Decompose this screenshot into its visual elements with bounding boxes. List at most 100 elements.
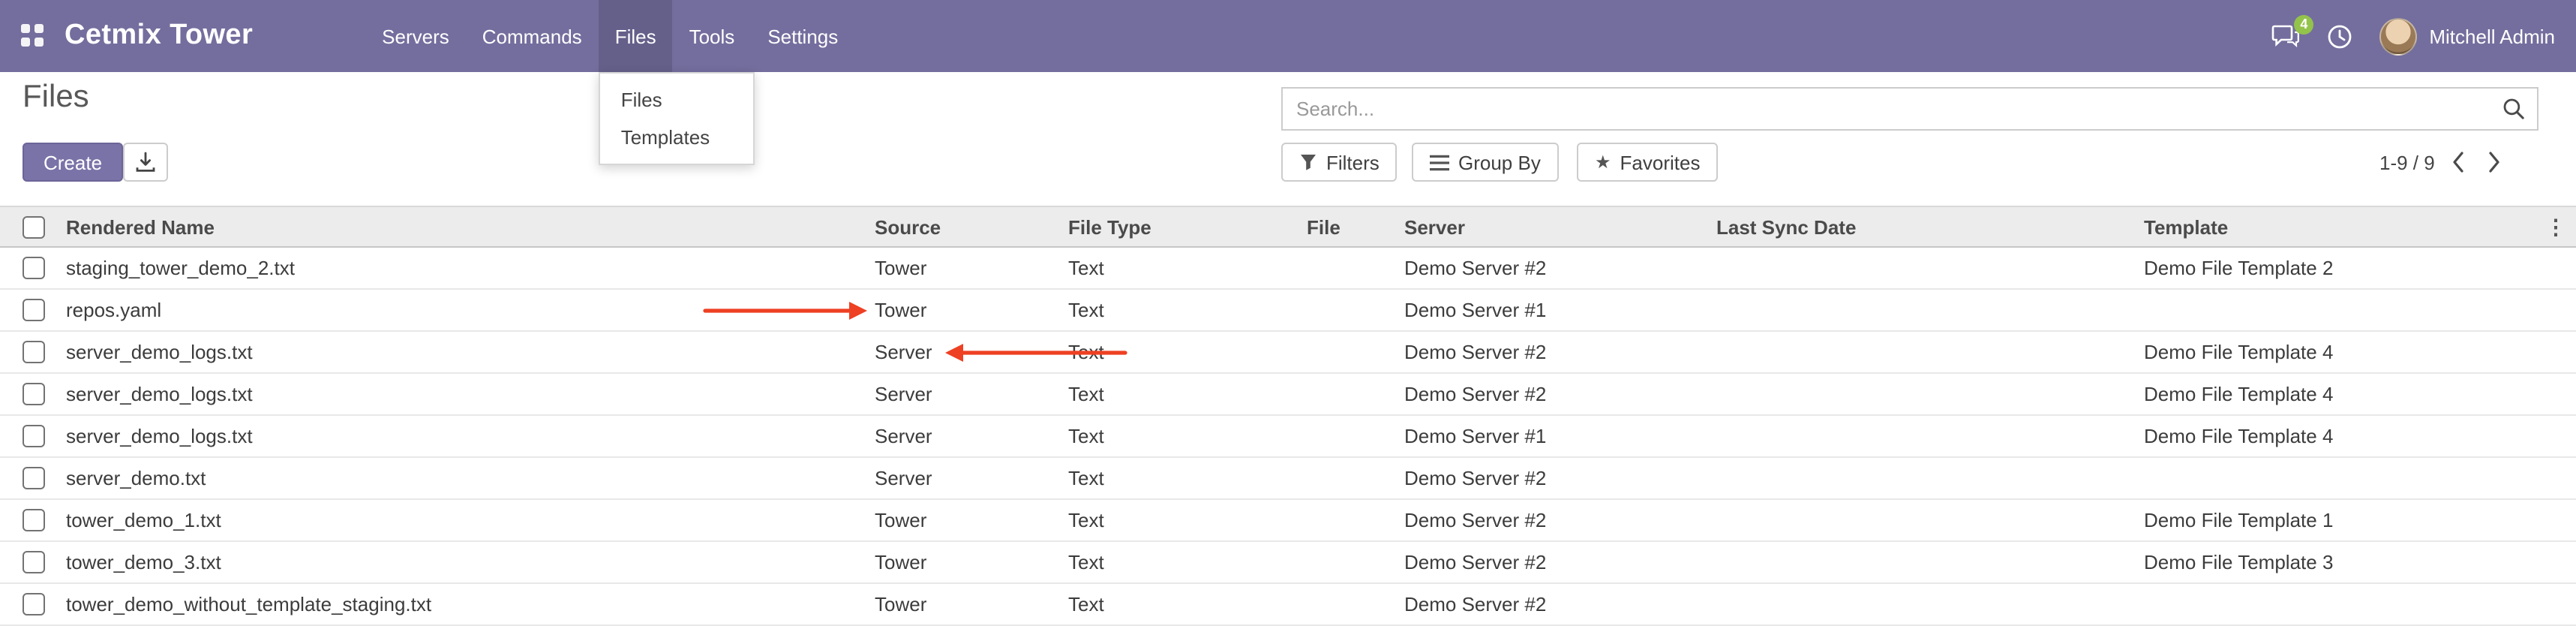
column-header-last-sync-date[interactable]: Last Sync Date (1710, 207, 2138, 246)
dropdown-item-files[interactable]: Files (600, 81, 753, 119)
menu-item-commands-label: Commands (482, 25, 582, 47)
column-options-icon[interactable]: ⋮ (2545, 216, 2566, 237)
row-checkbox-cell (0, 584, 60, 624)
cell-options (2535, 584, 2576, 624)
user-menu[interactable]: Mitchell Admin (2379, 17, 2555, 55)
row-checkbox-cell (0, 416, 60, 456)
cell-server: Demo Server #2 (1398, 584, 1710, 624)
table-row[interactable]: staging_tower_demo_2.txt Tower Text Demo… (0, 248, 2576, 290)
pager-range[interactable]: 1-9 / 9 (2379, 151, 2435, 173)
cell-file (1301, 248, 1398, 288)
cell-source: Server (869, 374, 1062, 414)
row-checkbox[interactable] (23, 425, 45, 447)
cell-options (2535, 458, 2576, 498)
row-checkbox[interactable] (23, 509, 45, 531)
cell-server: Demo Server #1 (1398, 416, 1710, 456)
create-button[interactable]: Create (23, 143, 123, 182)
select-all-checkbox[interactable] (23, 215, 45, 238)
column-header-file-type[interactable]: File Type (1062, 207, 1301, 246)
cell-last-sync-date (1710, 416, 2138, 456)
page-title: Files (23, 80, 89, 116)
column-header-server[interactable]: Server (1398, 207, 1710, 246)
row-checkbox-cell (0, 374, 60, 414)
messages-count-badge: 4 (2294, 14, 2313, 34)
row-checkbox[interactable] (23, 383, 45, 405)
menu-item-tools-label: Tools (689, 25, 735, 47)
download-button[interactable] (123, 143, 168, 182)
table-row[interactable]: repos.yaml Tower Text Demo Server #1 (0, 290, 2576, 332)
cell-template: Demo File Template 4 (2138, 416, 2535, 456)
cell-options (2535, 416, 2576, 456)
cell-file (1301, 584, 1398, 624)
apps-menu-icon[interactable] (21, 24, 45, 48)
table-row[interactable]: server_demo.txt Server Text Demo Server … (0, 458, 2576, 500)
group-by-icon (1430, 154, 1449, 170)
files-dropdown-menu: Files Templates (599, 72, 755, 165)
search-input[interactable] (1283, 98, 2489, 120)
create-button-label: Create (44, 151, 102, 173)
cell-options (2535, 500, 2576, 540)
cell-last-sync-date (1710, 458, 2138, 498)
cell-file (1301, 374, 1398, 414)
cell-template: Demo File Template 1 (2138, 500, 2535, 540)
table-row[interactable]: server_demo_logs.txt Server Text Demo Se… (0, 374, 2576, 416)
table-row[interactable]: server_demo_logs.txt Server Text Demo Se… (0, 332, 2576, 374)
menu-item-settings[interactable]: Settings (751, 0, 854, 72)
cell-file-type: Text (1062, 584, 1301, 624)
filters-button-label: Filters (1326, 151, 1380, 173)
column-header-file[interactable]: File (1301, 207, 1398, 246)
cell-rendered-name: server_demo_logs.txt (60, 332, 869, 372)
cell-template (2138, 584, 2535, 624)
activities-button[interactable] (2327, 23, 2352, 49)
row-checkbox[interactable] (23, 467, 45, 489)
cell-source: Server (869, 332, 1062, 372)
cell-file (1301, 500, 1398, 540)
column-header-rendered-name[interactable]: Rendered Name (60, 207, 869, 246)
search-icon (2502, 98, 2524, 120)
menu-item-servers[interactable]: Servers (365, 0, 466, 72)
cell-source: Tower (869, 584, 1062, 624)
table-row[interactable]: server_demo_logs.txt Server Text Demo Se… (0, 416, 2576, 458)
cell-source: Server (869, 416, 1062, 456)
row-checkbox[interactable] (23, 551, 45, 573)
row-checkbox-cell (0, 500, 60, 540)
menu-item-commands[interactable]: Commands (466, 0, 599, 72)
cell-rendered-name: repos.yaml (60, 290, 869, 330)
table-row[interactable]: tower_demo_1.txt Tower Text Demo Server … (0, 500, 2576, 542)
menu-item-files[interactable]: Files Files Templates (599, 0, 673, 72)
row-checkbox[interactable] (23, 593, 45, 615)
column-header-template[interactable]: Template (2138, 207, 2535, 246)
table-options-cell: ⋮ (2535, 207, 2576, 246)
cell-last-sync-date (1710, 290, 2138, 330)
column-header-source[interactable]: Source (869, 207, 1062, 246)
table-row[interactable]: tower_demo_without_template_staging.txt … (0, 584, 2576, 626)
cell-rendered-name: server_demo.txt (60, 458, 869, 498)
menu-item-files-label: Files (615, 25, 656, 47)
cell-file-type: Text (1062, 374, 1301, 414)
cell-options (2535, 542, 2576, 582)
cell-file-type: Text (1062, 542, 1301, 582)
search-bar (1281, 87, 2538, 131)
cell-rendered-name: staging_tower_demo_2.txt (60, 248, 869, 288)
cell-server: Demo Server #2 (1398, 248, 1710, 288)
clock-icon (2327, 23, 2352, 49)
dropdown-item-templates[interactable]: Templates (600, 119, 753, 156)
user-name: Mitchell Admin (2429, 25, 2555, 47)
menu-item-tools[interactable]: Tools (673, 0, 752, 72)
pager-previous-button[interactable] (2445, 149, 2471, 176)
cell-server: Demo Server #2 (1398, 542, 1710, 582)
favorites-button[interactable]: ★ Favorites (1577, 143, 1718, 182)
search-submit-button[interactable] (2489, 89, 2537, 129)
group-by-button[interactable]: Group By (1412, 143, 1559, 182)
cell-rendered-name: tower_demo_without_template_staging.txt (60, 584, 869, 624)
filters-button[interactable]: Filters (1281, 143, 1398, 182)
row-checkbox[interactable] (23, 299, 45, 321)
row-checkbox-cell (0, 248, 60, 288)
pager-next-button[interactable] (2481, 149, 2507, 176)
table-row[interactable]: tower_demo_3.txt Tower Text Demo Server … (0, 542, 2576, 584)
row-checkbox[interactable] (23, 257, 45, 279)
favorites-button-label: Favorites (1620, 151, 1701, 173)
cell-last-sync-date (1710, 332, 2138, 372)
row-checkbox[interactable] (23, 341, 45, 363)
messages-button[interactable]: 4 (2271, 23, 2300, 49)
